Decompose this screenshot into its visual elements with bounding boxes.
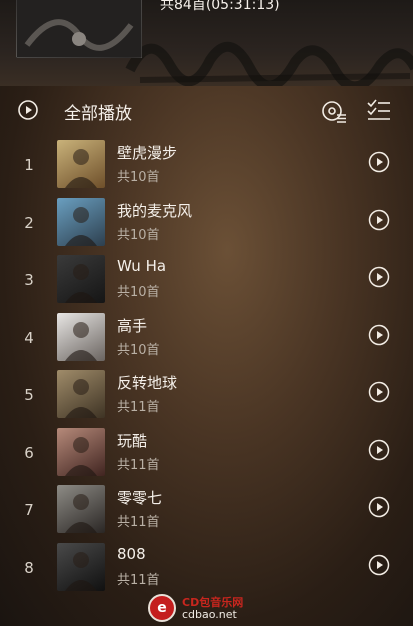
album-index: 5: [24, 386, 34, 404]
album-index: 7: [24, 501, 34, 519]
play-all-bar: 全部播放: [0, 92, 413, 130]
album-index: 4: [24, 328, 34, 347]
album-title: 零零七: [117, 489, 163, 507]
album-row[interactable]: 4 高手共10首: [0, 311, 413, 367]
portrait-figure: [65, 436, 97, 476]
album-track-count: 共10首: [117, 170, 160, 185]
graffiti-art: [125, 41, 413, 86]
album-title: 808: [117, 544, 146, 563]
album-row[interactable]: 6 玩酷共11首: [0, 426, 413, 482]
album-track-count: 共10首: [117, 227, 160, 243]
header-background-art: [120, 10, 413, 86]
album-index: 3: [24, 271, 34, 289]
play-circle-icon[interactable]: [368, 151, 390, 173]
play-circle-icon[interactable]: [368, 381, 390, 403]
album-row[interactable]: 8 808 共11首: [0, 541, 413, 597]
album-thumbnail: [57, 370, 105, 418]
album-thumbnail: [57, 312, 105, 361]
play-circle-icon[interactable]: [368, 439, 390, 461]
play-circle-icon[interactable]: [368, 496, 390, 518]
play-circle-icon[interactable]: [368, 324, 390, 346]
album-track-count: 共11首: [117, 457, 160, 473]
play-circle-icon[interactable]: [368, 266, 390, 288]
album-row[interactable]: 5 反转地球共11首: [0, 368, 413, 424]
album-track-count: 共11首: [117, 400, 160, 415]
play-circle-icon[interactable]: [368, 554, 390, 576]
album-row[interactable]: 3 Wu Ha 共10首: [0, 253, 413, 309]
album-index: 2: [24, 213, 34, 232]
portrait-figure: [65, 149, 97, 188]
album-track-count: 共10首: [117, 342, 160, 358]
album-title: Wu Ha: [117, 257, 167, 275]
watermark-badge: e: [148, 594, 176, 622]
portrait-figure: [65, 551, 97, 591]
track-count: 共84首(05:31:13): [160, 0, 280, 13]
album-cover[interactable]: [16, 0, 142, 58]
album-index: 6: [24, 443, 34, 462]
album-title: 我的麦克风: [117, 201, 193, 220]
album-track-count: 共10首: [117, 285, 160, 300]
album-title: 玩酷: [117, 431, 148, 450]
album-title: 高手: [117, 316, 148, 335]
album-thumbnail: [57, 140, 105, 188]
multi-select-icon[interactable]: [366, 98, 392, 124]
album-row[interactable]: 1 壁虎漫步共10首: [0, 138, 413, 194]
play-circle-icon[interactable]: [18, 100, 38, 120]
album-header: 共84首(05:31:13): [0, 0, 413, 86]
watermark: e CD包音乐网 cdbao.net: [148, 594, 266, 622]
album-thumbnail: [57, 542, 105, 591]
album-title: 反转地球: [117, 374, 178, 392]
album-index: 1: [24, 156, 34, 174]
play-all-button[interactable]: 全部播放: [64, 99, 132, 124]
album-index: 8: [24, 558, 34, 577]
play-circle-icon[interactable]: [368, 209, 390, 231]
portrait-figure: [65, 494, 97, 533]
playlist-icon[interactable]: [321, 98, 347, 124]
album-thumbnail: [57, 427, 105, 476]
portrait-figure: [65, 206, 97, 246]
album-thumbnail: [57, 485, 105, 533]
album-track-count: 共11首: [117, 572, 160, 588]
portrait-figure: [65, 264, 97, 303]
watermark-url: cdbao.net: [182, 608, 237, 621]
album-thumbnail: [57, 197, 105, 246]
album-title: 壁虎漫步: [117, 144, 178, 162]
album-thumbnail: [57, 255, 105, 303]
portrait-figure: [65, 379, 97, 418]
album-row[interactable]: 7 零零七共11首: [0, 483, 413, 539]
album-track-count: 共11首: [117, 515, 160, 530]
album-row[interactable]: 2 我的麦克风共10首: [0, 196, 413, 252]
cover-art: [17, 0, 141, 57]
portrait-figure: [65, 321, 97, 361]
